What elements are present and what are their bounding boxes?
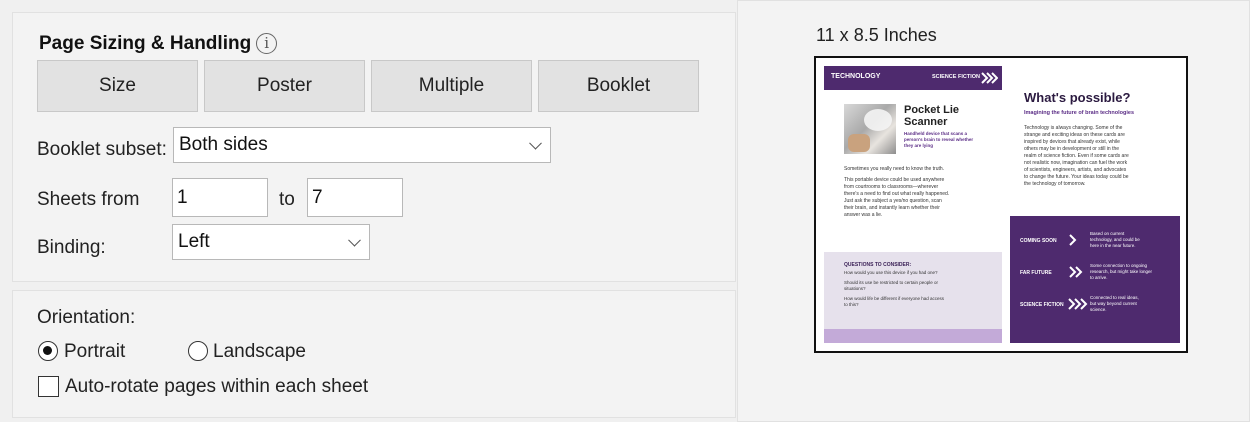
chevron-down-icon: [529, 136, 542, 150]
card-title-2: Scanner: [904, 116, 948, 128]
sheets-from-value: 1: [177, 186, 188, 208]
binding-value: Left: [178, 231, 210, 252]
page-sizing-panel: Page Sizing & Handling i Size Poster Mult…: [12, 12, 736, 282]
row3-desc-1: Connected to real ideas,: [1090, 295, 1139, 300]
left-body-3: from courtrooms to classrooms—wherever: [844, 184, 939, 190]
row2-label: FAR FUTURE: [1020, 270, 1052, 276]
row3-desc-3: science.: [1090, 307, 1107, 312]
row3-label: SCIENCE FICTION: [1020, 302, 1064, 308]
chevrons-icon: [981, 72, 998, 84]
left-header-category: TECHNOLOGY: [831, 73, 881, 80]
left-body-5: Just ask the subject a yes/no question, …: [844, 198, 942, 204]
left-header-tag: SCIENCE FICTION: [932, 74, 980, 80]
sheets-to-value: 7: [312, 186, 323, 208]
right-body-5: realm of science fiction. Even if some c…: [1024, 153, 1129, 159]
tab-poster[interactable]: Poster: [204, 60, 365, 112]
tab-poster-label: Poster: [257, 75, 312, 96]
row1-desc-2: technology, and could be: [1090, 237, 1140, 242]
right-body-3: inspired by devices that already exist, …: [1024, 139, 1120, 145]
tab-booklet[interactable]: Booklet: [538, 60, 699, 112]
right-body-7: of scientists, engineers, artists, and a…: [1024, 167, 1127, 173]
booklet-page-preview: TECHNOLOGY SCIENCE FICTION Pocket Lie Sc…: [824, 66, 1180, 343]
question-4: How would life be different if everyone …: [844, 296, 944, 301]
card-sub-2: person's brain to reveal whether: [904, 137, 974, 142]
sheets-to-input[interactable]: 7: [307, 178, 403, 217]
landscape-radio[interactable]: [188, 341, 208, 361]
orientation-panel: Orientation: Portrait Landscape Auto-rot…: [12, 290, 736, 418]
question-2: Should its use be restricted to certain …: [844, 280, 939, 285]
sheets-from-label: Sheets from: [37, 189, 140, 210]
booklet-subset-select[interactable]: Both sides: [173, 127, 551, 163]
right-body-4: others may be in development or still in…: [1024, 146, 1120, 152]
device-photo: [844, 104, 896, 154]
page-size-label: 11 x 8.5 Inches: [816, 25, 937, 45]
scanner-image-icon: [848, 109, 892, 152]
sheets-from-input[interactable]: 1: [172, 178, 268, 217]
questions-box: QUESTIONS TO CONSIDER: How would you use…: [824, 252, 1002, 329]
auto-rotate-label[interactable]: Auto-rotate pages within each sheet: [65, 376, 368, 398]
auto-rotate-checkbox[interactable]: [38, 376, 59, 397]
chevron-down-icon: [348, 233, 361, 247]
card-sub-3: they are lying: [904, 143, 934, 148]
page-sizing-title-text: Page Sizing & Handling: [39, 33, 252, 54]
left-body-7: answer was a lie.: [844, 212, 883, 218]
chevron-right-icon: [1069, 234, 1077, 246]
left-footer-bar: [824, 329, 1002, 343]
row2-desc-3: to arrive.: [1090, 275, 1108, 280]
right-heading: What's possible?: [1024, 90, 1131, 105]
row1-desc-3: here in the near future.: [1090, 243, 1136, 248]
row1-desc-1: Based on current: [1090, 231, 1125, 236]
sheets-to-label: to: [279, 189, 295, 210]
right-body-6: not realistic now, imagination can fuel …: [1024, 160, 1128, 166]
right-subheading: Imagining the future of brain technologi…: [1024, 110, 1135, 116]
right-body-2: strange and exciting ideas on these card…: [1024, 132, 1125, 138]
portrait-radio[interactable]: [38, 341, 58, 361]
question-1: How would you use this device if you had…: [844, 270, 938, 275]
right-body-1: Technology is always changing. Some of t…: [1024, 125, 1123, 131]
orientation-label: Orientation:: [37, 307, 136, 328]
double-chevron-icon: [1069, 266, 1083, 278]
right-body-9: the technology of tomorrow.: [1024, 181, 1086, 187]
row2-desc-1: Some connection to ongoing: [1090, 263, 1148, 268]
card-title-1: Pocket Lie: [904, 104, 960, 116]
triple-chevron-icon: [1068, 298, 1088, 310]
tab-size-label: Size: [99, 75, 136, 96]
tab-booklet-label: Booklet: [586, 75, 651, 96]
preview-thumbnail: TECHNOLOGY SCIENCE FICTION Pocket Lie Sc…: [814, 56, 1188, 353]
left-body-4: there's a need to find out what really h…: [844, 191, 950, 197]
preview-panel: 11 x 8.5 Inches TECHNOLOGY SCIENCE FICTI…: [737, 0, 1250, 422]
row1-label: COMING SOON: [1020, 238, 1057, 244]
timeline-block: COMING SOON Based on current technology,…: [1010, 216, 1180, 343]
binding-label: Binding:: [37, 237, 106, 258]
portrait-label[interactable]: Portrait: [64, 341, 125, 363]
left-body-6: their brain, and instantly learn whether…: [844, 205, 940, 211]
tab-multiple-label: Multiple: [418, 75, 485, 96]
card-sub-1: Handheld device that scans a: [904, 131, 968, 136]
landscape-label[interactable]: Landscape: [213, 341, 306, 363]
booklet-subset-value: Both sides: [179, 134, 268, 155]
tab-size[interactable]: Size: [37, 60, 198, 112]
left-page-header: TECHNOLOGY SCIENCE FICTION: [824, 66, 1002, 90]
left-body-2: This portable device could be used anywh…: [844, 177, 945, 183]
row2-desc-2: research, but might take longer: [1090, 269, 1153, 274]
booklet-subset-label: Booklet subset:: [37, 139, 167, 160]
page-sizing-title: Page Sizing & Handling i: [39, 33, 278, 55]
row3-desc-2: but way beyond current: [1090, 301, 1137, 306]
tab-multiple[interactable]: Multiple: [371, 60, 532, 112]
questions-title: QUESTIONS TO CONSIDER:: [844, 262, 912, 268]
question-5: to this?: [844, 302, 859, 307]
binding-select[interactable]: Left: [172, 224, 370, 260]
right-body-8: to change the future. Your ideas today c…: [1024, 174, 1129, 180]
question-3: situations?: [844, 286, 866, 291]
left-body-1: Sometimes you really need to know the tr…: [844, 166, 945, 172]
info-icon[interactable]: i: [256, 33, 278, 54]
